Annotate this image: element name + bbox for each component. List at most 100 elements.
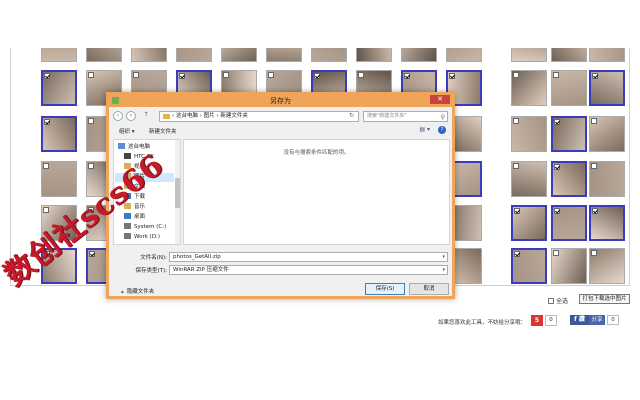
- photo-thumbnail[interactable]: [589, 48, 625, 62]
- photo-thumbnail[interactable]: [311, 48, 347, 62]
- photo-thumbnail[interactable]: [356, 48, 392, 62]
- photo-checkbox[interactable]: [89, 251, 95, 257]
- photo-checkbox[interactable]: [358, 72, 364, 78]
- photo-checkbox[interactable]: [88, 118, 94, 124]
- photo-checkbox[interactable]: [133, 72, 139, 78]
- organize-button[interactable]: 组织 ▾: [119, 127, 135, 135]
- photo-thumbnail[interactable]: [446, 48, 482, 62]
- photo-checkbox[interactable]: [88, 163, 94, 169]
- photo-thumbnail[interactable]: [511, 248, 547, 284]
- photo-checkbox[interactable]: [592, 208, 598, 214]
- photo-checkbox[interactable]: [591, 250, 597, 256]
- chevron-down-icon[interactable]: ▾: [442, 266, 445, 274]
- tree-item[interactable]: Work (D:): [118, 233, 160, 242]
- photo-thumbnail[interactable]: [551, 248, 587, 284]
- photo-thumbnail[interactable]: [589, 161, 625, 197]
- photo-thumbnail[interactable]: [41, 116, 77, 152]
- photo-thumbnail[interactable]: [551, 70, 587, 106]
- photo-checkbox[interactable]: [514, 208, 520, 214]
- photo-thumbnail[interactable]: [86, 48, 122, 62]
- filename-field[interactable]: photos_GetAll.zip ▾: [169, 252, 448, 262]
- photo-thumbnail[interactable]: [589, 116, 625, 152]
- forward-button[interactable]: ›: [126, 111, 136, 121]
- photo-checkbox[interactable]: [513, 118, 519, 124]
- photo-checkbox[interactable]: [314, 73, 320, 79]
- filetype-select[interactable]: WinRAR ZIP 压缩文件 ▾: [169, 265, 448, 275]
- tree-scrollbar[interactable]: [175, 140, 180, 244]
- photo-checkbox[interactable]: [223, 72, 229, 78]
- search-icon: ⚲: [440, 114, 445, 121]
- back-button[interactable]: ‹: [113, 111, 123, 121]
- photo-thumbnail[interactable]: [511, 205, 547, 241]
- dialog-title-bar[interactable]: 另存为 ✕: [109, 95, 452, 107]
- photo-checkbox[interactable]: [514, 251, 520, 257]
- photo-thumbnail[interactable]: [41, 161, 77, 197]
- select-all-checkbox[interactable]: 全选: [548, 296, 568, 305]
- empty-message: 没有与搜索条件匹配的项。: [283, 150, 350, 156]
- photo-thumbnail[interactable]: [266, 48, 302, 62]
- photo-checkbox[interactable]: [554, 119, 560, 125]
- checkbox-box[interactable]: [548, 298, 554, 304]
- share-button[interactable]: 分享: [589, 315, 605, 325]
- help-icon[interactable]: ?: [438, 126, 446, 134]
- hide-folders-toggle[interactable]: ▴ 隐藏文件夹: [121, 287, 154, 295]
- facebook-like-button[interactable]: f 讚: [570, 315, 589, 325]
- photo-checkbox[interactable]: [268, 72, 274, 78]
- photo-thumbnail[interactable]: [401, 48, 437, 62]
- photo-thumbnail[interactable]: [41, 70, 77, 106]
- photo-thumbnail[interactable]: [511, 48, 547, 62]
- photo-thumbnail[interactable]: [511, 161, 547, 197]
- photo-thumbnail[interactable]: [589, 248, 625, 284]
- download-selected-button[interactable]: 打包下载选中图片: [579, 294, 630, 304]
- photo-checkbox[interactable]: [43, 207, 49, 213]
- filetype-value: WinRAR ZIP 压缩文件: [173, 267, 229, 273]
- photo-checkbox[interactable]: [43, 163, 49, 169]
- photo-image: [87, 48, 121, 61]
- photo-checkbox[interactable]: [591, 163, 597, 169]
- filetype-row: 保存类型(T): WinRAR ZIP 压缩文件 ▾: [113, 265, 448, 275]
- photo-thumbnail[interactable]: [511, 70, 547, 106]
- tree-item[interactable]: 桌面: [118, 213, 145, 222]
- photo-checkbox[interactable]: [513, 72, 519, 78]
- photo-thumbnail[interactable]: [551, 116, 587, 152]
- photo-thumbnail[interactable]: [511, 116, 547, 152]
- photo-checkbox[interactable]: [553, 72, 559, 78]
- photo-checkbox[interactable]: [591, 118, 597, 124]
- refresh-icon[interactable]: ↻: [349, 112, 354, 119]
- photo-thumbnail[interactable]: [176, 48, 212, 62]
- scrollbar-thumb[interactable]: [175, 178, 180, 208]
- up-button[interactable]: ↑: [141, 111, 151, 121]
- new-folder-button[interactable]: 新建文件夹: [149, 127, 177, 135]
- photo-thumbnail[interactable]: [221, 48, 257, 62]
- photo-thumbnail[interactable]: [589, 70, 625, 106]
- cancel-button[interactable]: 取消: [409, 283, 449, 295]
- photo-checkbox[interactable]: [88, 72, 94, 78]
- rating-icon[interactable]: 5: [531, 315, 543, 326]
- photo-checkbox[interactable]: [554, 164, 560, 170]
- breadcrumb[interactable]: › 这台电脑 › 图片 › 新建文件夹: [159, 111, 359, 122]
- photo-thumbnail[interactable]: [589, 205, 625, 241]
- filename-row: 文件名(N): photos_GetAll.zip ▾: [113, 252, 448, 262]
- photo-thumbnail[interactable]: [551, 48, 587, 62]
- photo-checkbox[interactable]: [44, 119, 50, 125]
- photo-thumbnail[interactable]: [551, 205, 587, 241]
- photo-checkbox[interactable]: [592, 73, 598, 79]
- photo-checkbox[interactable]: [44, 73, 50, 79]
- close-button[interactable]: ✕: [430, 95, 450, 104]
- drive-icon: [124, 233, 131, 239]
- photo-checkbox[interactable]: [404, 73, 410, 79]
- photo-checkbox[interactable]: [179, 73, 185, 79]
- photo-thumbnail[interactable]: [131, 48, 167, 62]
- save-button[interactable]: 保存(S): [365, 283, 405, 295]
- search-input[interactable]: 搜索"新建文件夹" ⚲: [363, 111, 448, 122]
- chevron-down-icon[interactable]: ▾: [442, 253, 445, 261]
- photo-checkbox[interactable]: [449, 73, 455, 79]
- photo-checkbox[interactable]: [553, 250, 559, 256]
- photo-checkbox[interactable]: [513, 163, 519, 169]
- file-list[interactable]: 没有与搜索条件匹配的项。: [183, 139, 450, 245]
- tree-item[interactable]: System (C:): [118, 223, 166, 232]
- photo-thumbnail[interactable]: [551, 161, 587, 197]
- photo-checkbox[interactable]: [554, 208, 560, 214]
- view-options-icon[interactable]: ▤ ▾: [419, 126, 430, 133]
- photo-thumbnail[interactable]: [41, 48, 77, 62]
